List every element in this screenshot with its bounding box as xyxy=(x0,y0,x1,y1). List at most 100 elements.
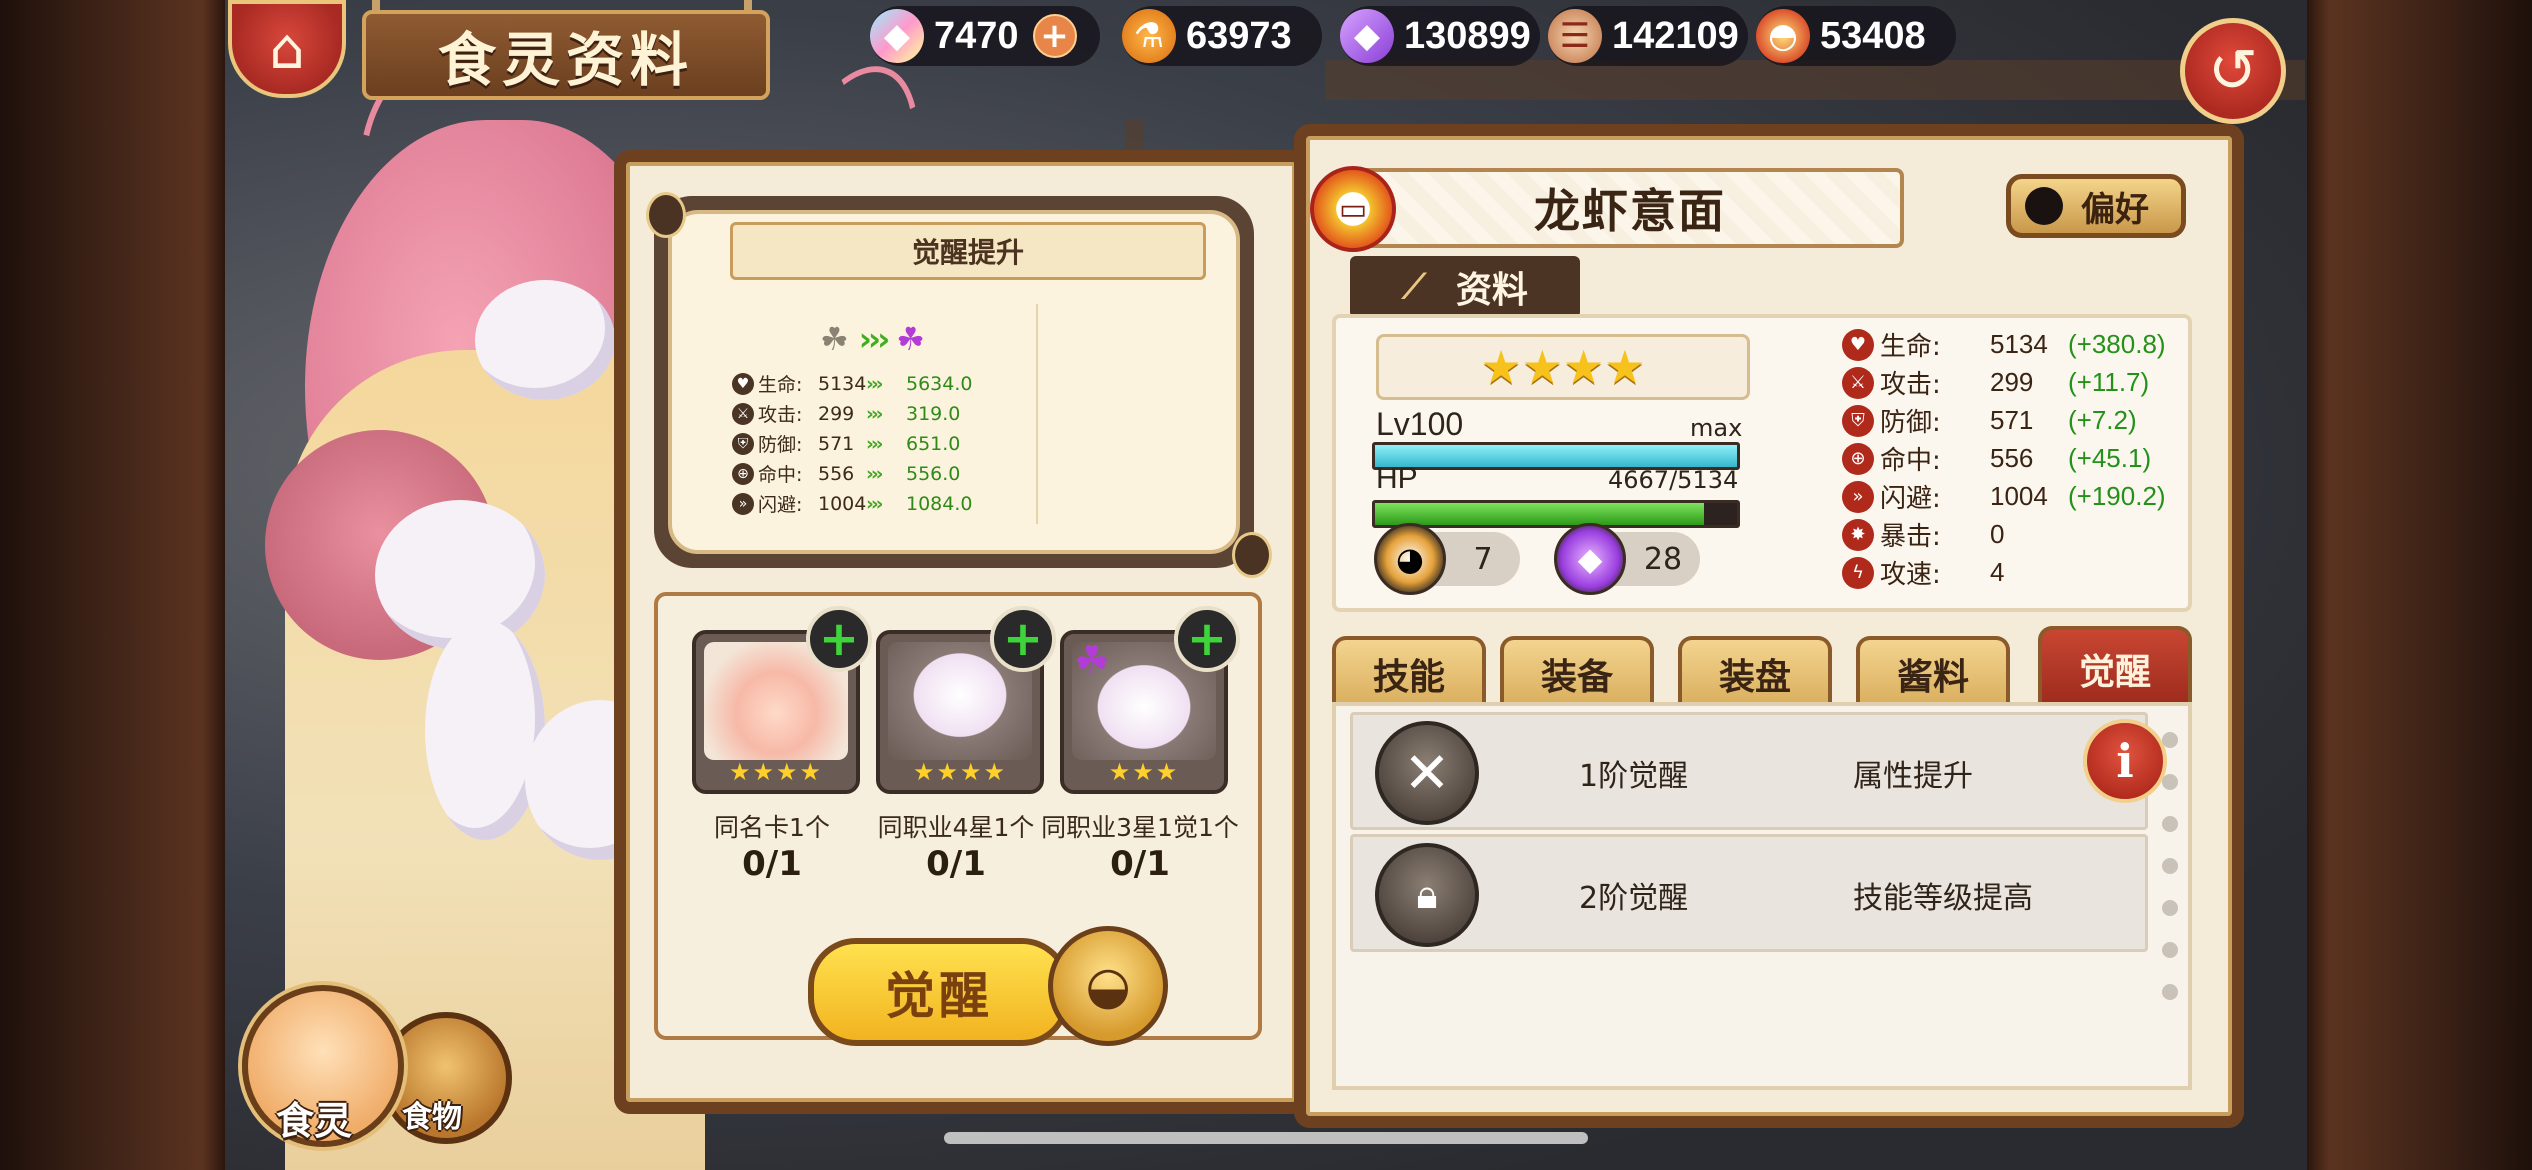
add-requirement-button[interactable]: + xyxy=(806,606,872,672)
item-counter-potion[interactable]: ◕ 7 xyxy=(1374,523,1520,595)
back-button[interactable]: ↺ xyxy=(2180,18,2286,124)
item-count: 28 xyxy=(1643,541,1683,577)
gold-potion-icon: ⚗ xyxy=(1122,9,1176,63)
stat-label: 防御: xyxy=(758,434,803,456)
scroll-indicator xyxy=(2162,732,2178,1026)
food-soul-nav-label: 食灵 xyxy=(276,1099,353,1143)
rarity-stars: ★★★ xyxy=(1108,758,1180,786)
home-icon: ⌂ xyxy=(269,16,305,82)
penguin-potion-icon: ◕ xyxy=(1374,523,1446,595)
hp-icon: ♥ xyxy=(1842,328,1874,361)
status-card: ★★★★ Lv100 max HP 4667/5134 ◕ 7 ◆ 28 ♥ 生… xyxy=(1332,314,2192,612)
arrow-icon: ››› xyxy=(866,432,884,455)
food-nav-label: 食物 xyxy=(402,1100,462,1135)
awaken-panel: 觉醒提升 ☘ ››› ☘ ♥ 生命: 5134 ››› 5634.0 ⚔ 攻击:… xyxy=(614,150,1308,1114)
critical-icon: ✸ xyxy=(1842,518,1874,551)
back-arrow-icon: ↺ xyxy=(2207,36,2259,106)
clover-grey-icon: ☘ xyxy=(820,320,849,358)
resource-value: 53408 xyxy=(1820,14,1926,57)
add-requirement-button[interactable]: + xyxy=(1174,606,1240,672)
hp-bar-fill xyxy=(1375,503,1705,525)
info-tab[interactable]: ⟋ 资料 xyxy=(1350,256,1580,318)
right-frame-decoration xyxy=(2307,0,2532,1170)
awaken-button[interactable]: 觉醒 xyxy=(808,938,1070,1046)
stat-attack-speed: ϟ 攻速: 4 xyxy=(1842,554,2068,591)
seasoning-bowl-icon: ◓ xyxy=(1756,9,1810,63)
awaken-stage-row[interactable]: 🔒︎ 2阶觉醒 技能等级提高 xyxy=(1350,834,2148,952)
figure-icon: ✕ xyxy=(1375,721,1479,825)
awaken-list: ✕ 1阶觉醒 属性提升 i 🔒︎ 2阶觉醒 技能等级提高 xyxy=(1332,702,2192,1090)
defense-icon: ⛨ xyxy=(732,432,754,455)
lightning-icon: ϟ xyxy=(1842,556,1874,589)
tab-sauce[interactable]: 酱料 xyxy=(1856,636,2010,708)
add-crystal-button[interactable]: + xyxy=(1032,14,1077,58)
stat-new: 5634.0 xyxy=(906,372,973,395)
defense-icon: ⛨ xyxy=(1842,404,1874,437)
clover-purple-icon: ☘ xyxy=(1074,638,1110,684)
level-max-text: max xyxy=(1690,414,1743,442)
tab-plating[interactable]: 装盘 xyxy=(1678,636,1832,708)
awaken-stage-row[interactable]: ✕ 1阶觉醒 属性提升 i xyxy=(1350,712,2167,830)
purple-crystal-icon: ◆ xyxy=(1554,523,1626,595)
stat-label: 生命: xyxy=(1880,332,1941,362)
stat-new: 319.0 xyxy=(906,402,961,425)
resource-value: 63973 xyxy=(1186,14,1292,57)
info-icon[interactable]: i xyxy=(2083,719,2167,803)
tab-awaken[interactable]: 觉醒 xyxy=(2038,626,2192,708)
stat-value: 0 xyxy=(1990,519,2005,549)
left-frame-decoration xyxy=(0,0,225,1170)
stat-bonus: (+7.2) xyxy=(2068,405,2137,435)
purple-crystal-icon: ◆ xyxy=(1340,9,1394,63)
add-requirement-button[interactable]: + xyxy=(990,606,1056,672)
evasion-icon: » xyxy=(1842,480,1874,513)
awaken-stage-effect: 属性提升 xyxy=(1853,759,1973,794)
scroll-down-knob[interactable] xyxy=(1232,532,1272,578)
resource-seasoning-bowl: ◓ 53408 xyxy=(1756,6,1956,66)
rarity-stars: ★★★★ xyxy=(912,758,1008,786)
arrow-icon: ››› xyxy=(866,492,884,515)
preference-button[interactable]: 偏好 xyxy=(2006,174,2186,238)
stat-bonus: (+380.8) xyxy=(2068,329,2166,359)
hp-label: HP xyxy=(1376,462,1418,495)
food-soul-name: 龙虾意面 xyxy=(1356,168,1904,248)
stat-value: 556 xyxy=(1990,443,2034,473)
home-button[interactable]: ⌂ xyxy=(228,0,346,98)
stat-label: 防御: xyxy=(1880,408,1941,438)
level-text: Lv100 xyxy=(1376,406,1464,442)
awaken-stage-effect: 技能等级提高 xyxy=(1853,881,2033,916)
stat-critical: ✸ 暴击: 0 xyxy=(1842,516,2068,553)
attack-icon: ⚔ xyxy=(732,402,754,425)
stat-value: 4 xyxy=(1990,557,2005,587)
resource-rainbow-crystal[interactable]: ◆ 7470 + xyxy=(870,6,1100,66)
spoon-icon: ⟋ xyxy=(1402,267,1426,307)
star-rating: ★★★★ xyxy=(1376,334,1750,400)
resource-value: 7470 xyxy=(934,14,1019,57)
stat-hp: ♥ 生命: 5134 (+380.8) xyxy=(1842,326,2166,363)
stat-label: 命中: xyxy=(1880,446,1941,476)
awaken-preview: 觉醒提升 ☘ ››› ☘ ♥ 生命: 5134 ››› 5634.0 ⚔ 攻击:… xyxy=(654,196,1254,568)
resource-meat-scroll: ☰ 142109 xyxy=(1548,6,1748,66)
cloche-icon: ◒ xyxy=(1048,926,1168,1046)
hp-icon: ♥ xyxy=(732,372,754,395)
stat-value: 571 xyxy=(1990,405,2034,435)
tab-skills[interactable]: 技能 xyxy=(1332,636,1486,708)
preference-label: 偏好 xyxy=(2081,189,2149,230)
stat-value: 5134 xyxy=(1990,329,2048,359)
rarity-stars: ★★★★ xyxy=(728,758,824,786)
preview-stat-evasion: » 闪避: 1004 ››› 1084.0 xyxy=(732,490,972,517)
resource-gold-potion: ⚗ 63973 xyxy=(1122,6,1322,66)
page-title: 食灵资料 xyxy=(362,10,770,100)
info-tab-label: 资料 xyxy=(1455,270,1528,311)
home-indicator[interactable] xyxy=(944,1132,1588,1144)
class-badge-icon: ▭ xyxy=(1310,166,1396,252)
meat-scroll-icon: ☰ xyxy=(1548,9,1602,63)
stat-accuracy: ⊕ 命中: 556 (+45.1) xyxy=(1842,440,2151,477)
stat-new: 1084.0 xyxy=(906,492,973,515)
awaken-stage-indicator: ☘ ››› ☘ xyxy=(820,320,925,358)
tab-equipment[interactable]: 装备 xyxy=(1500,636,1654,708)
character-fur xyxy=(475,280,615,400)
item-counter-crystal[interactable]: ◆ 28 xyxy=(1554,523,1700,595)
arrow-icon: ››› xyxy=(866,372,884,395)
scroll-up-knob[interactable] xyxy=(646,192,686,238)
stat-evasion: » 闪避: 1004 (+190.2) xyxy=(1842,478,2166,515)
